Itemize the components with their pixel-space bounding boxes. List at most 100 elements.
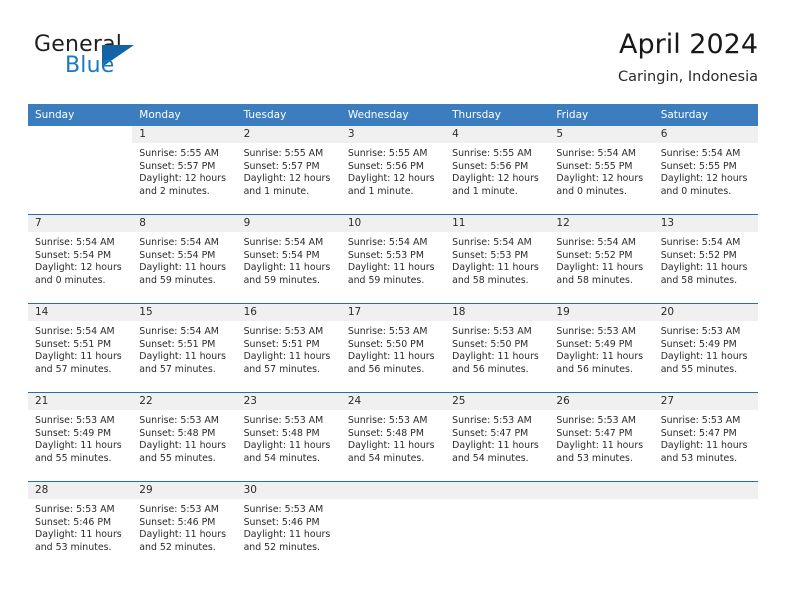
daylight-text-line2: and 57 minutes.: [35, 363, 112, 375]
sunset-text: Sunset: 5:55 PM: [660, 160, 737, 172]
sunrise-text: Sunrise: 5:54 AM: [139, 326, 219, 337]
day-details: Sunrise: 5:54 AM Sunset: 5:52 PM Daylight:…: [549, 232, 653, 287]
daylight-text-line1: Daylight: 11 hours: [660, 262, 748, 274]
sunset-text: Sunset: 5:57 PM: [243, 160, 320, 172]
cell-inner: [445, 482, 550, 570]
calendar-day-cell[interactable]: 21 Sunrise: 5:53 AM Sunset: 5:49 PM Dayligh…: [28, 392, 133, 482]
cell-inner: [340, 482, 446, 570]
cell-inner: 21 Sunrise: 5:53 AM Sunset: 5:49 PM Dayligh…: [28, 393, 133, 481]
calendar-day-cell[interactable]: 26 Sunrise: 5:53 AM Sunset: 5:47 PM Dayligh…: [549, 392, 654, 482]
sunset-text: Sunset: 5:52 PM: [660, 249, 737, 261]
calendar-day-cell[interactable]: 2 Sunrise: 5:55 AM Sunset: 5:57 PM Daylight…: [236, 126, 341, 215]
cell-inner: 23 Sunrise: 5:53 AM Sunset: 5:48 PM Dayligh…: [236, 393, 341, 481]
calendar-day-cell[interactable]: 24 Sunrise: 5:53 AM Sunset: 5:48 PM Dayligh…: [340, 392, 446, 482]
cell-inner: 2 Sunrise: 5:55 AM Sunset: 5:57 PM Daylight…: [236, 126, 341, 214]
cell-inner: 3 Sunrise: 5:55 AM Sunset: 5:56 PM Daylight…: [340, 126, 446, 214]
daylight-text-line1: Daylight: 12 hours: [660, 173, 748, 185]
sunset-text: Sunset: 5:51 PM: [243, 338, 320, 350]
sunrise-text: Sunrise: 5:53 AM: [243, 415, 324, 426]
day-details: Sunrise: 5:55 AM Sunset: 5:57 PM Daylight:…: [237, 143, 341, 198]
cell-inner: [28, 126, 132, 214]
day-details: Sunrise: 5:55 AM Sunset: 5:57 PM Daylight:…: [132, 143, 236, 198]
sunrise-text: Sunrise: 5:54 AM: [556, 237, 637, 248]
cell-inner: 17 Sunrise: 5:53 AM Sunset: 5:50 PM Dayligh…: [340, 304, 446, 392]
sunset-text: Sunset: 5:56 PM: [452, 160, 529, 172]
cell-inner: 5 Sunrise: 5:54 AM Sunset: 5:55 PM Daylight…: [549, 126, 654, 214]
calendar-day-cell[interactable]: 11 Sunrise: 5:54 AM Sunset: 5:53 PM Dayligh…: [445, 214, 550, 304]
cell-inner: 7 Sunrise: 5:54 AM Sunset: 5:54 PM Daylight…: [28, 215, 133, 303]
calendar-day-cell[interactable]: 10 Sunrise: 5:54 AM Sunset: 5:53 PM Dayligh…: [340, 214, 446, 304]
day-number: 28: [28, 482, 133, 499]
calendar-day-cell[interactable]: 15 Sunrise: 5:54 AM Sunset: 5:51 PM Dayligh…: [132, 303, 237, 393]
calendar-day-cell[interactable]: 8 Sunrise: 5:54 AM Sunset: 5:54 PM Daylight…: [132, 214, 237, 304]
day-number: 6: [653, 126, 758, 143]
weekday-header-row: Sunday Monday Tuesday Wednesday Thursday Frid…: [28, 104, 758, 126]
sunrise-text: Sunrise: 5:54 AM: [660, 237, 741, 248]
calendar-day-cell[interactable]: 22 Sunrise: 5:53 AM Sunset: 5:48 PM Dayligh…: [132, 392, 237, 482]
calendar-day-cell[interactable]: 17 Sunrise: 5:53 AM Sunset: 5:50 PM Dayligh…: [340, 303, 446, 393]
sunrise-sunset-calendar: Sunday Monday Tuesday Wednesday Thursday Frid…: [28, 104, 758, 570]
day-details: Sunrise: 5:54 AM Sunset: 5:52 PM Daylight:…: [654, 232, 758, 287]
daylight-text-line1: Daylight: 11 hours: [139, 262, 226, 274]
day-details: Sunrise: 5:55 AM Sunset: 5:56 PM Daylight:…: [445, 143, 549, 198]
cell-inner: 15 Sunrise: 5:54 AM Sunset: 5:51 PM Dayligh…: [132, 304, 237, 392]
day-number: 5: [549, 126, 654, 143]
calendar-day-cell[interactable]: 3 Sunrise: 5:55 AM Sunset: 5:56 PM Daylight…: [340, 126, 446, 215]
day-number: 25: [445, 393, 550, 410]
daylight-text-line1: Daylight: 11 hours: [660, 440, 748, 452]
day-number: 11: [445, 215, 550, 232]
calendar-day-cell[interactable]: 12 Sunrise: 5:54 AM Sunset: 5:52 PM Dayligh…: [549, 214, 654, 304]
day-number: [28, 126, 132, 143]
calendar-day-cell[interactable]: 18 Sunrise: 5:53 AM Sunset: 5:50 PM Dayligh…: [445, 303, 550, 393]
weekday-header-thursday: Thursday: [452, 109, 501, 121]
day-details: Sunrise: 5:55 AM Sunset: 5:56 PM Daylight:…: [341, 143, 445, 198]
calendar-day-cell[interactable]: 28 Sunrise: 5:53 AM Sunset: 5:46 PM Dayligh…: [28, 481, 133, 570]
calendar-day-cell[interactable]: 30 Sunrise: 5:53 AM Sunset: 5:46 PM Dayligh…: [236, 481, 341, 570]
cell-inner: 29 Sunrise: 5:53 AM Sunset: 5:46 PM Dayligh…: [132, 482, 237, 570]
daylight-text-line1: Daylight: 12 hours: [556, 173, 644, 185]
daylight-text-line2: and 59 minutes.: [139, 274, 216, 286]
general-blue-logo: General Blue: [34, 32, 234, 88]
calendar-day-cell[interactable]: 16 Sunrise: 5:53 AM Sunset: 5:51 PM Dayligh…: [236, 303, 341, 393]
calendar-day-cell[interactable]: 9 Sunrise: 5:54 AM Sunset: 5:54 PM Daylight…: [236, 214, 341, 304]
sunset-text: Sunset: 5:47 PM: [452, 427, 529, 439]
sunset-text: Sunset: 5:47 PM: [660, 427, 737, 439]
calendar-week-row: 14 Sunrise: 5:54 AM Sunset: 5:51 PM Dayligh…: [28, 303, 758, 393]
calendar-day-cell[interactable]: 13 Sunrise: 5:54 AM Sunset: 5:52 PM Dayligh…: [653, 214, 758, 304]
daylight-text-line1: Daylight: 11 hours: [139, 351, 226, 363]
daylight-text-line2: and 56 minutes.: [452, 363, 529, 375]
sunset-text: Sunset: 5:53 PM: [452, 249, 529, 261]
calendar-day-cell[interactable]: 20 Sunrise: 5:53 AM Sunset: 5:49 PM Dayligh…: [653, 303, 758, 393]
calendar-day-cell[interactable]: 27 Sunrise: 5:53 AM Sunset: 5:47 PM Dayligh…: [653, 392, 758, 482]
calendar-day-cell[interactable]: 25 Sunrise: 5:53 AM Sunset: 5:47 PM Dayligh…: [445, 392, 550, 482]
day-number: [549, 482, 654, 499]
sunset-text: Sunset: 5:57 PM: [139, 160, 216, 172]
calendar-cell-empty: [653, 481, 758, 570]
sunrise-text: Sunrise: 5:53 AM: [660, 415, 741, 426]
sunset-text: Sunset: 5:46 PM: [35, 516, 112, 528]
day-number: 4: [445, 126, 550, 143]
sunset-text: Sunset: 5:49 PM: [35, 427, 112, 439]
day-details: Sunrise: 5:54 AM Sunset: 5:55 PM Daylight:…: [549, 143, 653, 198]
sunset-text: Sunset: 5:48 PM: [139, 427, 216, 439]
calendar-day-cell[interactable]: 14 Sunrise: 5:54 AM Sunset: 5:51 PM Dayligh…: [28, 303, 133, 393]
day-number: 14: [28, 304, 133, 321]
sunset-text: Sunset: 5:48 PM: [347, 427, 424, 439]
calendar-day-cell[interactable]: 1 Sunrise: 5:55 AM Sunset: 5:57 PM Daylight…: [132, 126, 237, 215]
calendar-day-cell[interactable]: 6 Sunrise: 5:54 AM Sunset: 5:55 PM Daylight…: [653, 126, 758, 215]
sunrise-text: Sunrise: 5:53 AM: [452, 326, 532, 337]
calendar-day-cell[interactable]: 29 Sunrise: 5:53 AM Sunset: 5:46 PM Dayligh…: [132, 481, 237, 570]
sunset-text: Sunset: 5:48 PM: [243, 427, 320, 439]
sunrise-text: Sunrise: 5:53 AM: [556, 326, 637, 337]
calendar-day-cell[interactable]: 5 Sunrise: 5:54 AM Sunset: 5:55 PM Daylight…: [549, 126, 654, 215]
day-details: [341, 499, 445, 504]
cell-inner: 8 Sunrise: 5:54 AM Sunset: 5:54 PM Daylight…: [132, 215, 237, 303]
calendar-day-cell[interactable]: 7 Sunrise: 5:54 AM Sunset: 5:54 PM Daylight…: [28, 214, 133, 304]
calendar-day-cell[interactable]: 23 Sunrise: 5:53 AM Sunset: 5:48 PM Dayligh…: [236, 392, 341, 482]
daylight-text-line1: Daylight: 11 hours: [347, 262, 435, 274]
calendar-day-cell[interactable]: 19 Sunrise: 5:53 AM Sunset: 5:49 PM Dayligh…: [549, 303, 654, 393]
sunrise-text: Sunrise: 5:54 AM: [452, 237, 532, 248]
cell-inner: 14 Sunrise: 5:54 AM Sunset: 5:51 PM Dayligh…: [28, 304, 133, 392]
sunrise-text: Sunrise: 5:54 AM: [35, 237, 115, 248]
calendar-day-cell[interactable]: 4 Sunrise: 5:55 AM Sunset: 5:56 PM Daylight…: [445, 126, 550, 215]
